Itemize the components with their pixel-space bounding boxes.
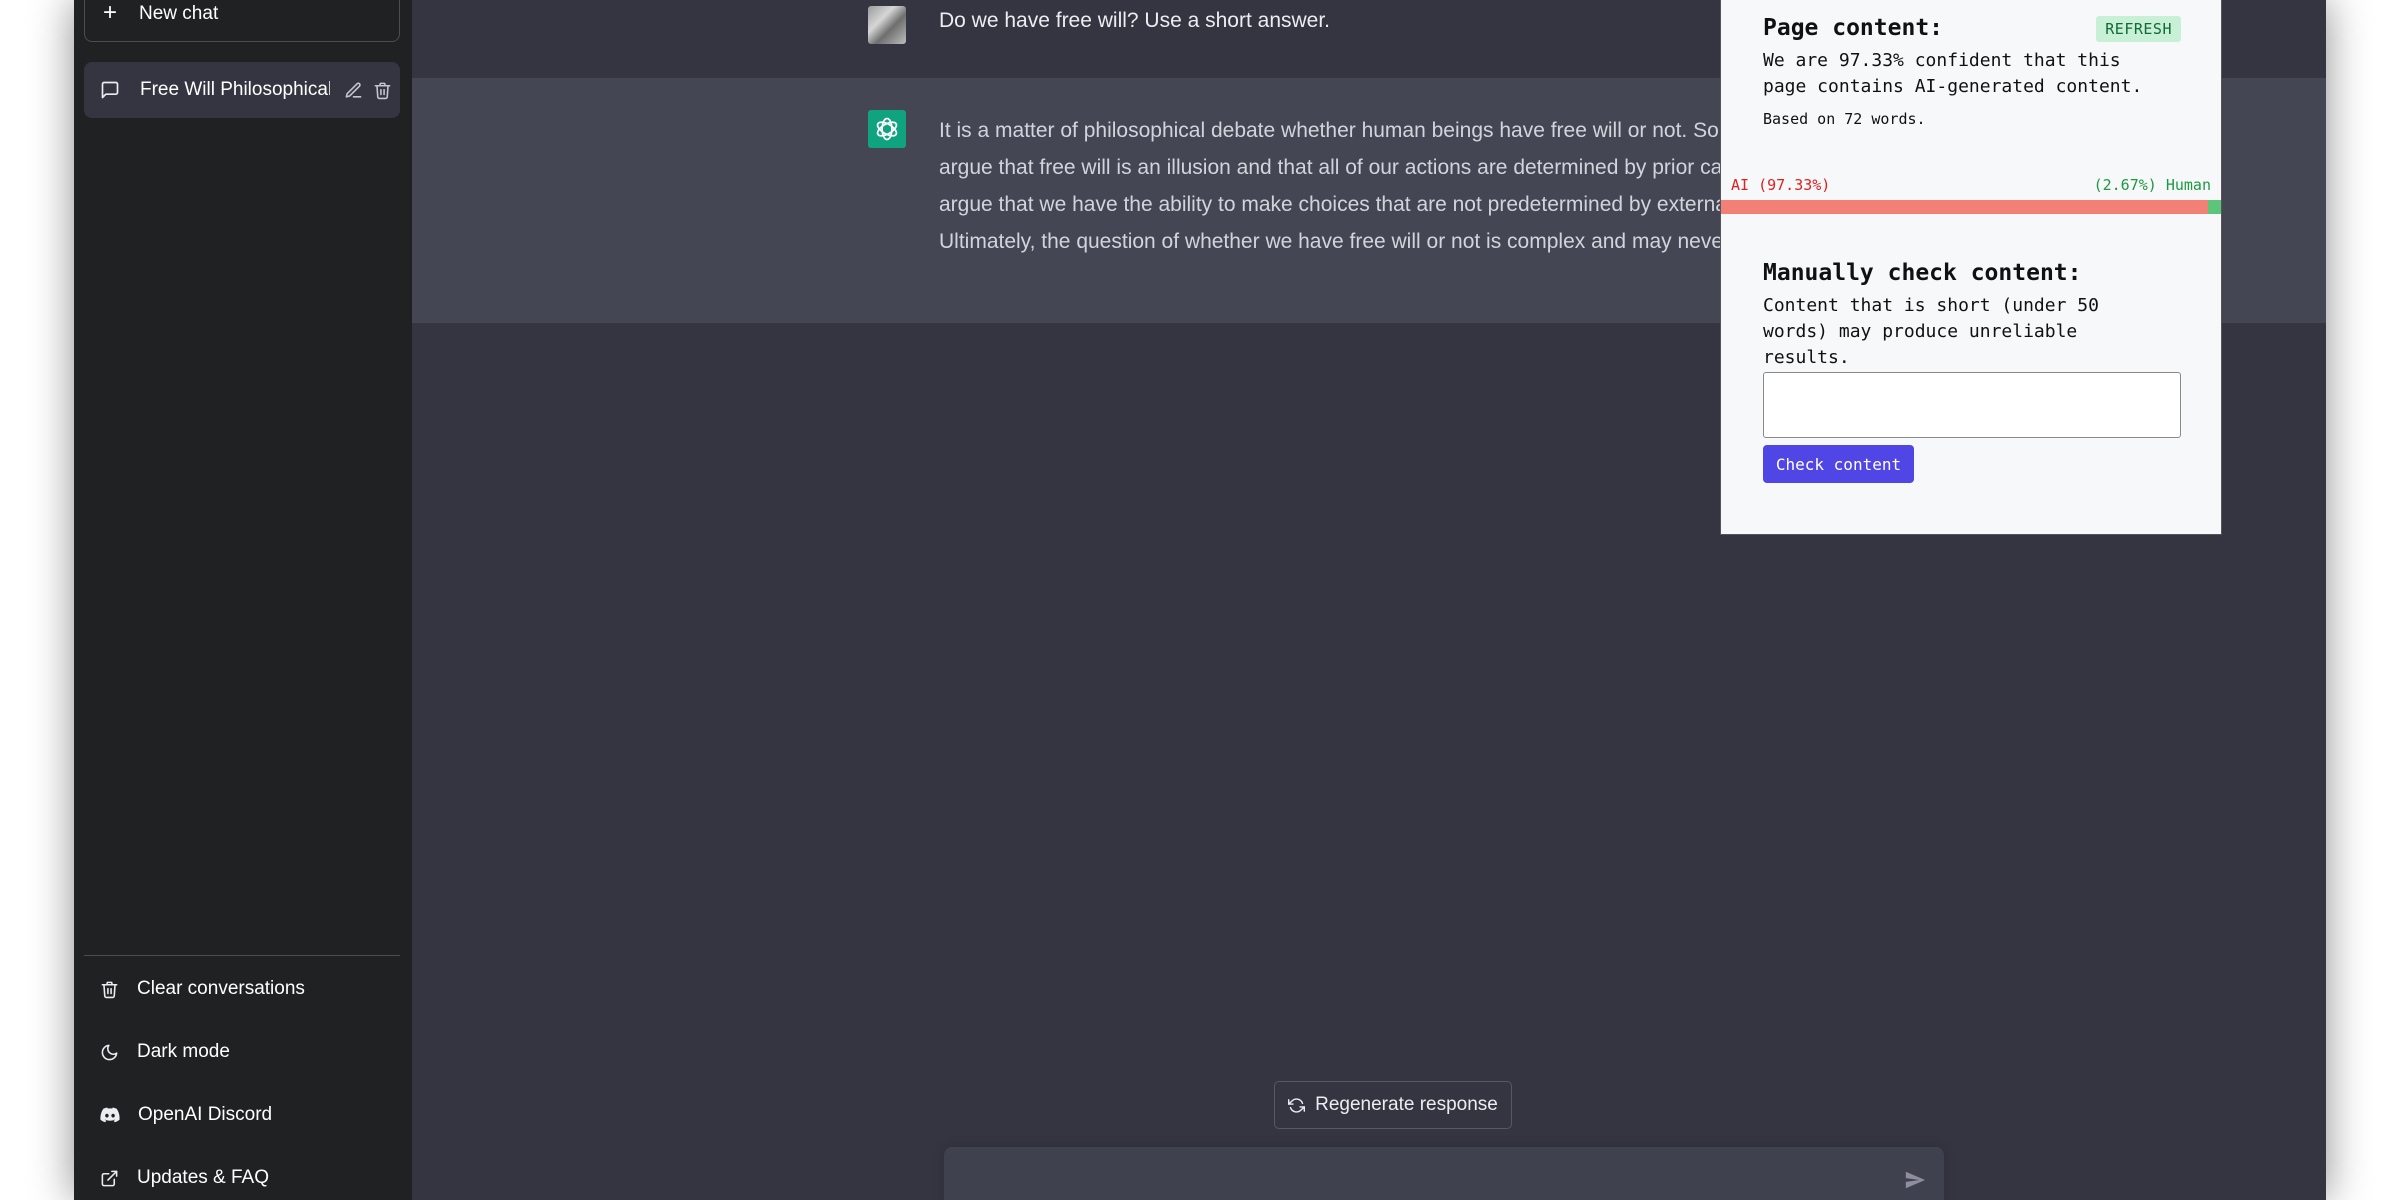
- ai-detector-popup: Page content: REFRESH We are 97.33% conf…: [1720, 0, 2222, 535]
- openai-discord-link[interactable]: OpenAI Discord: [84, 1089, 400, 1141]
- dark-mode-label: Dark mode: [137, 1041, 230, 1062]
- word-count-text: Based on 72 words.: [1763, 110, 1926, 128]
- confidence-text: We are 97.33% confident that this page c…: [1763, 50, 2143, 97]
- message-composer[interactable]: [944, 1147, 1944, 1200]
- plus-icon: +: [103, 0, 118, 26]
- manual-check-input[interactable]: [1763, 372, 2181, 438]
- openai-discord-label: OpenAI Discord: [138, 1104, 273, 1125]
- refresh-icon: [1288, 1097, 1306, 1113]
- clear-conversations-label: Clear conversations: [137, 978, 305, 999]
- page-content-title: Page content:: [1763, 15, 1944, 41]
- user-message-text: Do we have free will? Use a short answer…: [939, 9, 1331, 32]
- user-avatar: [868, 6, 906, 44]
- delete-icon[interactable]: [373, 81, 392, 100]
- clear-conversations-button[interactable]: Clear conversations: [84, 963, 400, 1015]
- ai-percentage-label: AI (97.33%): [1731, 176, 1831, 194]
- new-chat-label: New chat: [139, 3, 219, 24]
- edit-icon[interactable]: [344, 81, 363, 100]
- conversation-title: Free Will Philosophical: [140, 79, 330, 100]
- confidence-bar: [1721, 200, 2221, 214]
- updates-faq-label: Updates & FAQ: [137, 1167, 270, 1188]
- openai-logo-icon: [868, 110, 906, 148]
- manual-check-title: Manually check content:: [1763, 260, 2082, 286]
- conversation-item[interactable]: Free Will Philosophical: [84, 62, 400, 118]
- dark-mode-button[interactable]: Dark mode: [84, 1026, 400, 1078]
- refresh-button[interactable]: REFRESH: [2096, 16, 2181, 42]
- chat-bubble-icon: [101, 81, 119, 99]
- confidence-bar-ai-fill: [1721, 200, 2208, 214]
- sidebar: + New chat Free Will Philosophical Clear…: [74, 0, 412, 1200]
- app-window: + New chat Free Will Philosophical Clear…: [74, 0, 2326, 1200]
- human-percentage-label: (2.67%) Human: [2093, 176, 2211, 194]
- new-chat-button[interactable]: + New chat: [84, 0, 400, 42]
- discord-icon: [100, 1107, 120, 1123]
- trash-icon: [101, 981, 118, 998]
- check-content-button[interactable]: Check content: [1763, 445, 1914, 483]
- regenerate-label: Regenerate response: [1315, 1094, 1498, 1115]
- external-link-icon: [101, 1170, 118, 1186]
- sidebar-divider: [84, 955, 400, 956]
- updates-faq-link[interactable]: Updates & FAQ: [84, 1152, 400, 1200]
- send-icon[interactable]: [1904, 1169, 1926, 1196]
- moon-icon: [101, 1044, 118, 1060]
- regenerate-response-button[interactable]: Regenerate response: [1274, 1081, 1512, 1129]
- manual-check-note: Content that is short (under 50 words) m…: [1763, 295, 2099, 368]
